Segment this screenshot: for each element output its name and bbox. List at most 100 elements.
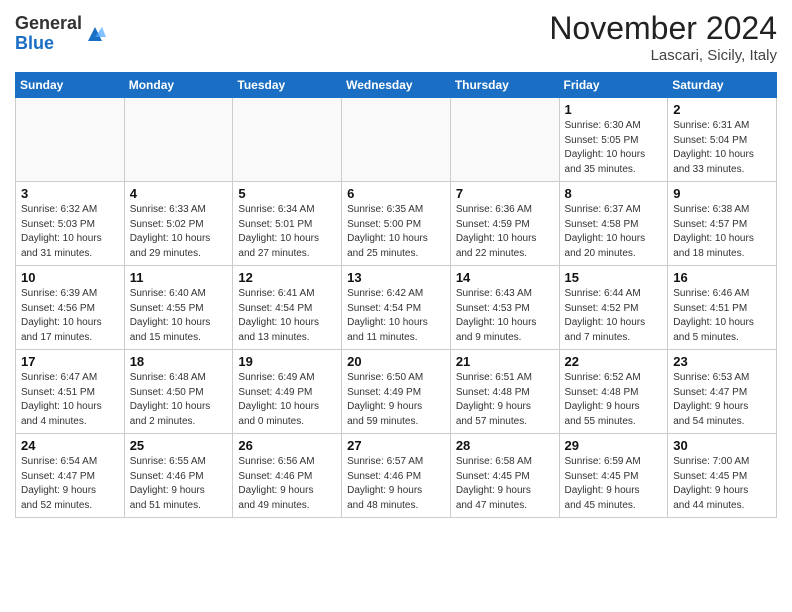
day-number: 21 xyxy=(456,354,554,369)
day-info: Sunrise: 6:53 AM Sunset: 4:47 PM Dayligh… xyxy=(673,371,771,429)
day-info: Sunrise: 7:00 AM Sunset: 4:45 PM Dayligh… xyxy=(673,455,771,513)
calendar-week-row: 1 Sunrise: 6:30 AM Sunset: 5:05 PM Daylig… xyxy=(16,98,777,182)
day-info: Sunrise: 6:48 AM Sunset: 4:50 PM Dayligh… xyxy=(130,371,228,429)
day-number: 7 xyxy=(456,186,554,201)
day-info: Sunrise: 6:36 AM Sunset: 4:59 PM Dayligh… xyxy=(456,203,554,261)
day-number: 3 xyxy=(21,186,119,201)
day-number: 12 xyxy=(238,270,336,285)
calendar-cell: 22 Sunrise: 6:52 AM Sunset: 4:48 PM Dayli… xyxy=(559,350,668,434)
day-number: 26 xyxy=(238,438,336,453)
day-number: 22 xyxy=(565,354,663,369)
calendar-cell: 7 Sunrise: 6:36 AM Sunset: 4:59 PM Daylig… xyxy=(450,182,559,266)
day-info: Sunrise: 6:40 AM Sunset: 4:55 PM Dayligh… xyxy=(130,287,228,345)
weekday-header: Sunday xyxy=(16,73,125,98)
day-info: Sunrise: 6:35 AM Sunset: 5:00 PM Dayligh… xyxy=(347,203,445,261)
calendar-cell: 23Sunrise: 6:53 AM Sunset: 4:47 PM Dayli… xyxy=(668,350,777,434)
calendar-cell: 30 Sunrise: 7:00 AM Sunset: 4:45 PM Dayli… xyxy=(668,434,777,518)
calendar-cell: 13Sunrise: 6:42 AM Sunset: 4:54 PM Dayli… xyxy=(342,266,451,350)
calendar-cell: 5 Sunrise: 6:34 AM Sunset: 5:01 PM Daylig… xyxy=(233,182,342,266)
calendar-cell: 29 Sunrise: 6:59 AM Sunset: 4:45 PM Dayli… xyxy=(559,434,668,518)
day-number: 15 xyxy=(565,270,663,285)
day-number: 16 xyxy=(673,270,771,285)
calendar-cell: 10 Sunrise: 6:39 AM Sunset: 4:56 PM Dayli… xyxy=(16,266,125,350)
day-number: 29 xyxy=(565,438,663,453)
day-number: 20 xyxy=(347,354,445,369)
calendar-cell xyxy=(233,98,342,182)
calendar-cell: 26Sunrise: 6:56 AM Sunset: 4:46 PM Dayli… xyxy=(233,434,342,518)
calendar: SundayMondayTuesdayWednesdayThursdayFrid… xyxy=(15,72,777,518)
calendar-cell: 9 Sunrise: 6:38 AM Sunset: 4:57 PM Daylig… xyxy=(668,182,777,266)
day-info: Sunrise: 6:30 AM Sunset: 5:05 PM Dayligh… xyxy=(565,119,663,177)
day-info: Sunrise: 6:43 AM Sunset: 4:53 PM Dayligh… xyxy=(456,287,554,345)
weekday-header-row: SundayMondayTuesdayWednesdayThursdayFrid… xyxy=(16,73,777,98)
weekday-header: Saturday xyxy=(668,73,777,98)
calendar-cell: 3 Sunrise: 6:32 AM Sunset: 5:03 PM Daylig… xyxy=(16,182,125,266)
calendar-cell xyxy=(450,98,559,182)
day-info: Sunrise: 6:51 AM Sunset: 4:48 PM Dayligh… xyxy=(456,371,554,429)
logo-text: General Blue xyxy=(15,14,82,54)
day-info: Sunrise: 6:46 AM Sunset: 4:51 PM Dayligh… xyxy=(673,287,771,345)
day-info: Sunrise: 6:55 AM Sunset: 4:46 PM Dayligh… xyxy=(130,455,228,513)
day-info: Sunrise: 6:52 AM Sunset: 4:48 PM Dayligh… xyxy=(565,371,663,429)
day-number: 10 xyxy=(21,270,119,285)
day-info: Sunrise: 6:39 AM Sunset: 4:56 PM Dayligh… xyxy=(21,287,119,345)
calendar-cell: 2 Sunrise: 6:31 AM Sunset: 5:04 PM Daylig… xyxy=(668,98,777,182)
day-number: 5 xyxy=(238,186,336,201)
calendar-cell: 25 Sunrise: 6:55 AM Sunset: 4:46 PM Dayli… xyxy=(124,434,233,518)
day-number: 6 xyxy=(347,186,445,201)
calendar-week-row: 3 Sunrise: 6:32 AM Sunset: 5:03 PM Daylig… xyxy=(16,182,777,266)
weekday-header: Thursday xyxy=(450,73,559,98)
day-number: 28 xyxy=(456,438,554,453)
day-number: 24 xyxy=(21,438,119,453)
day-number: 11 xyxy=(130,270,228,285)
weekday-header: Friday xyxy=(559,73,668,98)
calendar-cell: 21 Sunrise: 6:51 AM Sunset: 4:48 PM Dayli… xyxy=(450,350,559,434)
day-number: 30 xyxy=(673,438,771,453)
day-info: Sunrise: 6:59 AM Sunset: 4:45 PM Dayligh… xyxy=(565,455,663,513)
calendar-cell: 15 Sunrise: 6:44 AM Sunset: 4:52 PM Dayli… xyxy=(559,266,668,350)
day-number: 2 xyxy=(673,102,771,117)
day-info: Sunrise: 6:34 AM Sunset: 5:01 PM Dayligh… xyxy=(238,203,336,261)
calendar-cell: 19 Sunrise: 6:49 AM Sunset: 4:49 PM Dayli… xyxy=(233,350,342,434)
day-number: 19 xyxy=(238,354,336,369)
day-info: Sunrise: 6:49 AM Sunset: 4:49 PM Dayligh… xyxy=(238,371,336,429)
logo-blue: Blue xyxy=(15,33,54,53)
calendar-cell: 24 Sunrise: 6:54 AM Sunset: 4:47 PM Dayli… xyxy=(16,434,125,518)
calendar-cell: 17 Sunrise: 6:47 AM Sunset: 4:51 PM Dayli… xyxy=(16,350,125,434)
day-number: 4 xyxy=(130,186,228,201)
day-info: Sunrise: 6:44 AM Sunset: 4:52 PM Dayligh… xyxy=(565,287,663,345)
calendar-cell: 14 Sunrise: 6:43 AM Sunset: 4:53 PM Dayli… xyxy=(450,266,559,350)
logo-icon xyxy=(84,23,106,45)
calendar-cell xyxy=(124,98,233,182)
logo-general: General xyxy=(15,13,82,33)
day-number: 18 xyxy=(130,354,228,369)
day-info: Sunrise: 6:33 AM Sunset: 5:02 PM Dayligh… xyxy=(130,203,228,261)
day-info: Sunrise: 6:41 AM Sunset: 4:54 PM Dayligh… xyxy=(238,287,336,345)
day-info: Sunrise: 6:54 AM Sunset: 4:47 PM Dayligh… xyxy=(21,455,119,513)
day-info: Sunrise: 6:37 AM Sunset: 4:58 PM Dayligh… xyxy=(565,203,663,261)
day-info: Sunrise: 6:31 AM Sunset: 5:04 PM Dayligh… xyxy=(673,119,771,177)
day-number: 25 xyxy=(130,438,228,453)
calendar-week-row: 10 Sunrise: 6:39 AM Sunset: 4:56 PM Dayli… xyxy=(16,266,777,350)
day-info: Sunrise: 6:38 AM Sunset: 4:57 PM Dayligh… xyxy=(673,203,771,261)
day-info: Sunrise: 6:58 AM Sunset: 4:45 PM Dayligh… xyxy=(456,455,554,513)
day-number: 13 xyxy=(347,270,445,285)
day-number: 9 xyxy=(673,186,771,201)
calendar-cell: 16 Sunrise: 6:46 AM Sunset: 4:51 PM Dayli… xyxy=(668,266,777,350)
calendar-cell: 4 Sunrise: 6:33 AM Sunset: 5:02 PM Daylig… xyxy=(124,182,233,266)
calendar-cell: 20Sunrise: 6:50 AM Sunset: 4:49 PM Dayli… xyxy=(342,350,451,434)
calendar-cell: 6 Sunrise: 6:35 AM Sunset: 5:00 PM Daylig… xyxy=(342,182,451,266)
day-info: Sunrise: 6:47 AM Sunset: 4:51 PM Dayligh… xyxy=(21,371,119,429)
day-number: 14 xyxy=(456,270,554,285)
calendar-cell: 28 Sunrise: 6:58 AM Sunset: 4:45 PM Dayli… xyxy=(450,434,559,518)
month-title: November 2024 xyxy=(549,10,777,47)
calendar-cell: 12 Sunrise: 6:41 AM Sunset: 4:54 PM Dayli… xyxy=(233,266,342,350)
calendar-week-row: 17 Sunrise: 6:47 AM Sunset: 4:51 PM Dayli… xyxy=(16,350,777,434)
calendar-cell xyxy=(16,98,125,182)
day-number: 1 xyxy=(565,102,663,117)
weekday-header: Monday xyxy=(124,73,233,98)
day-number: 17 xyxy=(21,354,119,369)
calendar-cell: 1 Sunrise: 6:30 AM Sunset: 5:05 PM Daylig… xyxy=(559,98,668,182)
day-info: Sunrise: 6:32 AM Sunset: 5:03 PM Dayligh… xyxy=(21,203,119,261)
calendar-week-row: 24 Sunrise: 6:54 AM Sunset: 4:47 PM Dayli… xyxy=(16,434,777,518)
